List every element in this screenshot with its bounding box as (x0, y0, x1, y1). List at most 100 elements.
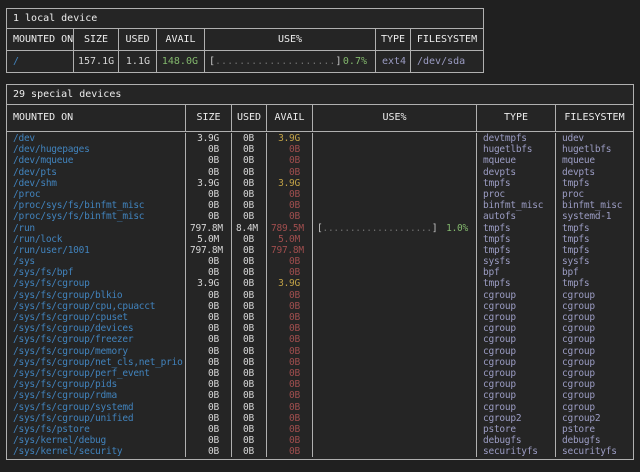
filesystem-cell: cgroup (555, 323, 633, 334)
type-cell: cgroup (476, 323, 555, 334)
table-row: /sys/fs/cgroup/cpu,cpuacct0B0B0Bcgroupcg… (7, 301, 633, 312)
table-row: /sys/fs/cgroup/pids0B0B0Bcgroupcgroup (7, 379, 633, 390)
special-table-header: MOUNTED ONSIZEUSEDAVAILUSE%TYPEFILESYSTE… (7, 105, 633, 132)
mount-point-cell: /run/user/1001 (7, 245, 185, 256)
usage-percent: 0.7% (343, 51, 367, 72)
type-cell: cgroup2 (476, 413, 555, 424)
type-cell: cgroup (476, 290, 555, 301)
size-cell: 0B (185, 413, 231, 424)
used-cell: 0B (231, 167, 266, 178)
size-cell: 797.8M (185, 223, 231, 234)
table-row: /sys/fs/cgroup/cpuset0B0B0Bcgroupcgroup (7, 312, 633, 323)
type-cell: mqueue (476, 155, 555, 166)
used-cell: 0B (231, 133, 266, 144)
usage-cell (312, 200, 476, 211)
used-cell: 0B (231, 155, 266, 166)
usage-cell (312, 144, 476, 155)
type-cell: cgroup (476, 368, 555, 379)
mount-point-cell: /sys/fs/bpf (7, 267, 185, 278)
table-row: /proc/sys/fs/binfmt_misc0B0B0Bbinfmt_mis… (7, 200, 633, 211)
mount-point-cell: /sys (7, 256, 185, 267)
type-cell: devpts (476, 167, 555, 178)
size-cell: 3.9G (185, 178, 231, 189)
mount-point-cell: /sys/fs/cgroup/devices (7, 323, 185, 334)
filesystem-cell: tmpfs (555, 245, 633, 256)
used-cell: 0B (231, 323, 266, 334)
avail-cell: 0B (266, 346, 312, 357)
filesystem-cell: securityfs (555, 446, 633, 457)
avail-cell: 0B (266, 435, 312, 446)
type-cell: ext4 (375, 51, 410, 72)
mount-point-cell: /sys/fs/cgroup/freezer (7, 334, 185, 345)
table-row: /dev/shm3.9G0B3.9Gtmpfstmpfs (7, 178, 633, 189)
table-row: /sys/fs/cgroup/unified0B0B0Bcgroup2cgrou… (7, 413, 633, 424)
mount-point-cell: /dev/mqueue (7, 155, 185, 166)
used-cell: 0B (231, 234, 266, 245)
type-cell: cgroup (476, 402, 555, 413)
used-cell: 0B (231, 390, 266, 401)
filesystem-cell: systemd-1 (555, 211, 633, 222)
mount-point-cell: /sys/fs/cgroup/memory (7, 346, 185, 357)
size-cell: 0B (185, 357, 231, 368)
usage-cell: [....................]0.7% (204, 51, 375, 72)
filesystem-cell: binfmt_misc (555, 200, 633, 211)
col-header-avail: AVAIL (156, 29, 204, 50)
used-cell: 0B (231, 189, 266, 200)
filesystem-cell: proc (555, 189, 633, 200)
type-cell: cgroup (476, 301, 555, 312)
usage-cell (312, 402, 476, 413)
size-cell: 0B (185, 402, 231, 413)
mount-point-cell: /sys/fs/cgroup/systemd (7, 402, 185, 413)
table-row: /proc0B0B0Bprocproc (7, 189, 633, 200)
avail-cell: 0B (266, 189, 312, 200)
usage-cell (312, 245, 476, 256)
filesystem-cell: cgroup (555, 357, 633, 368)
filesystem-cell: tmpfs (555, 178, 633, 189)
type-cell: tmpfs (476, 223, 555, 234)
table-row: /sys/fs/cgroup/net_cls,net_prio0B0B0Bcgr… (7, 357, 633, 368)
filesystem-cell: cgroup2 (555, 413, 633, 424)
size-cell: 0B (185, 379, 231, 390)
usage-cell (312, 334, 476, 345)
filesystem-cell: tmpfs (555, 234, 633, 245)
size-cell: 0B (185, 424, 231, 435)
type-cell: cgroup (476, 346, 555, 357)
size-cell: 157.1G (73, 51, 118, 72)
col-header-type: TYPE (375, 29, 410, 50)
type-cell: securityfs (476, 446, 555, 457)
avail-cell: 0B (266, 323, 312, 334)
usage-bar-close: ] (335, 56, 341, 67)
filesystem-cell: /dev/sda (410, 51, 483, 72)
avail-cell: 0B (266, 446, 312, 457)
mount-point-cell: /sys/fs/cgroup/rdma (7, 390, 185, 401)
filesystem-cell: cgroup (555, 402, 633, 413)
size-cell: 0B (185, 144, 231, 155)
col-header-mounted-on: MOUNTED ON (7, 29, 73, 50)
size-cell: 3.9G (185, 133, 231, 144)
col-header-filesystem: FILESYSTEM (555, 105, 633, 131)
usage-cell (312, 133, 476, 144)
usage-cell (312, 256, 476, 267)
usage-cell (312, 446, 476, 457)
table-row: /sys/fs/bpf0B0B0Bbpfbpf (7, 267, 633, 278)
filesystem-cell: hugetlbfs (555, 144, 633, 155)
table-row: /sys/fs/cgroup/blkio0B0B0Bcgroupcgroup (7, 290, 633, 301)
mount-point-cell: /sys/kernel/security (7, 446, 185, 457)
filesystem-cell: tmpfs (555, 278, 633, 289)
used-cell: 0B (231, 211, 266, 222)
avail-cell: 0B (266, 334, 312, 345)
size-cell: 0B (185, 155, 231, 166)
usage-cell (312, 323, 476, 334)
avail-cell: 789.5M (266, 223, 312, 234)
mount-point-cell: /sys/fs/cgroup/blkio (7, 290, 185, 301)
avail-cell: 0B (266, 256, 312, 267)
used-cell: 0B (231, 301, 266, 312)
table-row: /dev3.9G0B3.9Gdevtmpfsudev (7, 133, 633, 144)
avail-cell: 0B (266, 413, 312, 424)
size-cell: 0B (185, 334, 231, 345)
filesystem-cell: cgroup (555, 390, 633, 401)
usage-cell (312, 301, 476, 312)
used-cell: 0B (231, 245, 266, 256)
special-table-body: /dev3.9G0B3.9Gdevtmpfsudev/dev/hugepages… (7, 132, 633, 459)
used-cell: 0B (231, 368, 266, 379)
